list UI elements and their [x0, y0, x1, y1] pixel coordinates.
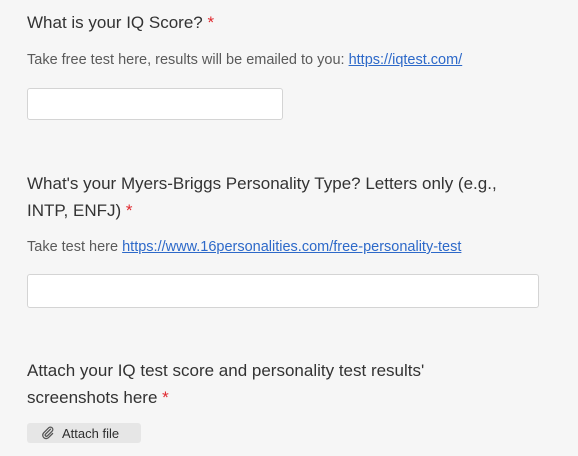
- personality-type-question-line1: What's your Myers-Briggs Personality Typ…: [27, 174, 497, 193]
- attach-screenshots-question-line1: Attach your IQ test score and personalit…: [27, 361, 425, 380]
- 16personalities-link[interactable]: https://www.16personalities.com/free-per…: [122, 239, 461, 255]
- attach-screenshots-question-label: Attach your IQ test score and personalit…: [27, 357, 424, 411]
- iq-score-input[interactable]: [27, 88, 283, 120]
- personality-type-help-text-label: Take test here: [27, 239, 123, 255]
- required-asterisk: *: [162, 388, 169, 407]
- personality-type-input[interactable]: [27, 274, 539, 308]
- required-asterisk: *: [125, 201, 133, 220]
- personality-type-help-text: Take test here https://www.16personaliti…: [27, 237, 461, 257]
- iq-score-help-text: Take free test here, results will be ema…: [27, 50, 462, 70]
- attach-file-button[interactable]: Attach file: [27, 423, 141, 443]
- required-asterisk: *: [207, 13, 215, 32]
- paperclip-icon: [41, 426, 55, 440]
- iq-score-question-text: What is your IQ Score?: [27, 13, 203, 32]
- form: What is your IQ Score? * Take free test …: [0, 0, 578, 456]
- iq-score-help-text-label: Take free test here, results will be ema…: [27, 52, 349, 68]
- iqtest-link[interactable]: https://iqtest.com/: [349, 52, 463, 68]
- personality-type-question-label: What's your Myers-Briggs Personality Typ…: [27, 170, 497, 224]
- attach-file-label: Attach file: [62, 425, 120, 441]
- iq-score-question-label: What is your IQ Score? *: [27, 9, 214, 36]
- personality-type-question-line2: INTP, ENFJ): [27, 201, 122, 220]
- attach-screenshots-question-line2: screenshots here: [27, 388, 158, 407]
